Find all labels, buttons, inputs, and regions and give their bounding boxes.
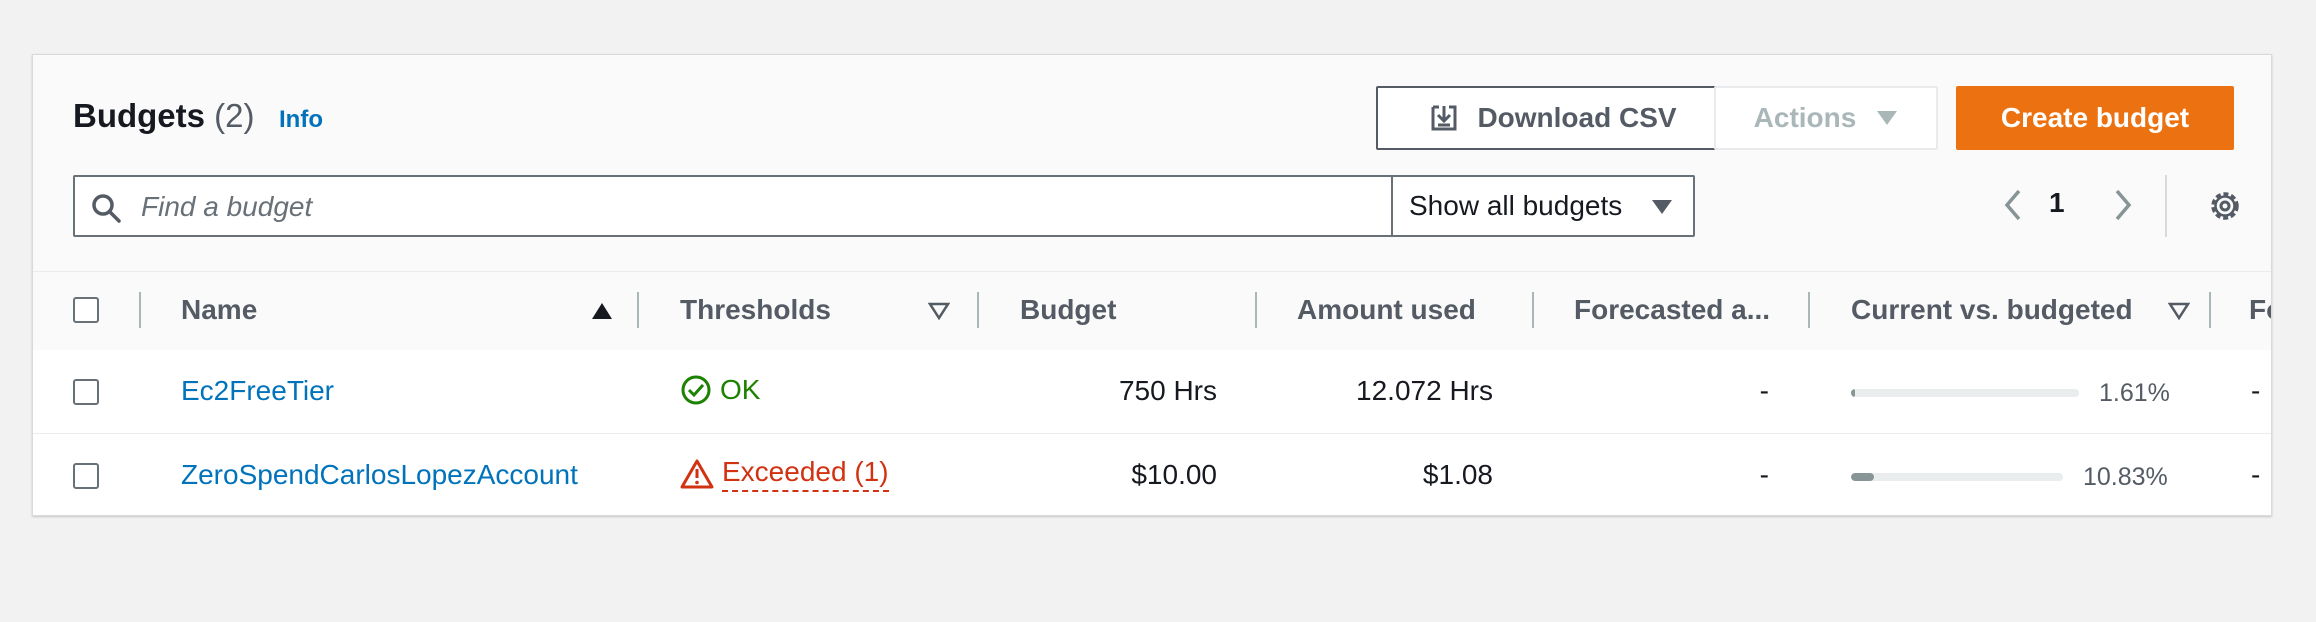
chevron-right-icon[interactable] xyxy=(2111,188,2135,222)
row-checkbox[interactable] xyxy=(73,463,99,489)
budget-name-link[interactable]: ZeroSpendCarlosLopezAccount xyxy=(181,459,578,491)
usage-progress-bar xyxy=(1851,473,2063,481)
usage-progress-fill xyxy=(1851,389,1855,397)
chevron-left-icon[interactable] xyxy=(2001,188,2025,222)
usage-percent: 10.83% xyxy=(2083,463,2168,491)
select-all-checkbox[interactable] xyxy=(73,297,99,323)
caret-down-icon xyxy=(1652,200,1672,214)
column-divider xyxy=(2209,292,2211,328)
table-header: Name Thresholds Budget Amount used Forec… xyxy=(33,271,2271,351)
title-text: Budgets xyxy=(73,97,205,134)
amount-used-value: $1.08 xyxy=(1422,459,1493,490)
create-budget-button[interactable]: Create budget xyxy=(1956,86,2234,150)
threshold-label: Exceeded (1) xyxy=(722,456,889,492)
usage-progress-fill xyxy=(1851,473,1874,481)
create-budget-label: Create budget xyxy=(2000,102,2190,133)
budgets-panel: Budgets (2) Info Download CSV Actions Cr… xyxy=(32,54,2272,516)
actions-button[interactable]: Actions xyxy=(1714,86,1938,150)
download-icon xyxy=(1431,105,1457,131)
column-header-amount-used[interactable]: Amount used xyxy=(1297,294,1476,326)
sort-icon[interactable] xyxy=(2168,302,2190,320)
budget-filter-value: Show all budgets xyxy=(1409,190,1623,221)
pagination-divider xyxy=(2165,175,2167,237)
budget-count: (2) xyxy=(214,97,255,134)
column-divider xyxy=(139,292,141,328)
truncated-value: - xyxy=(2251,459,2261,490)
column-header-name[interactable]: Name xyxy=(181,294,257,326)
column-divider xyxy=(1532,292,1534,328)
sort-ascending-icon[interactable] xyxy=(591,302,613,320)
usage-progress-bar xyxy=(1851,389,2079,397)
column-divider xyxy=(1808,292,1810,328)
budget-value: 750 Hrs xyxy=(1118,375,1217,406)
budget-filter-select[interactable]: Show all budgets xyxy=(1391,175,1695,237)
budget-value: $10.00 xyxy=(1131,459,1217,490)
column-divider xyxy=(637,292,639,328)
warning-icon xyxy=(680,459,714,489)
current-page[interactable]: 1 xyxy=(2049,187,2065,219)
column-header-thresholds[interactable]: Thresholds xyxy=(680,294,831,326)
search-input[interactable] xyxy=(139,177,1413,237)
column-divider xyxy=(1255,292,1257,328)
threshold-label: OK xyxy=(720,374,761,405)
usage-percent: 1.61% xyxy=(2099,379,2170,407)
threshold-status[interactable]: Exceeded (1) xyxy=(680,456,889,492)
table-row: Ec2FreeTier OK 750 Hrs 12.072 Hrs - 1.61… xyxy=(33,350,2271,434)
table-row: ZeroSpendCarlosLopezAccount Exceeded (1)… xyxy=(33,434,2271,515)
budget-name-link[interactable]: Ec2FreeTier xyxy=(181,375,334,407)
check-circle-icon xyxy=(681,375,711,405)
row-checkbox[interactable] xyxy=(73,379,99,405)
search-box[interactable] xyxy=(73,175,1427,237)
forecasted-value: - xyxy=(1759,375,1769,406)
download-csv-button[interactable]: Download CSV xyxy=(1376,86,1730,150)
caret-down-icon xyxy=(1877,111,1898,125)
sort-icon[interactable] xyxy=(928,302,950,320)
info-link[interactable]: Info xyxy=(279,106,323,134)
column-divider xyxy=(977,292,979,328)
column-header-current-vs-budgeted[interactable]: Current vs. budgeted xyxy=(1851,294,2133,326)
page-title: Budgets (2) xyxy=(73,97,255,135)
column-header-budget[interactable]: Budget xyxy=(1020,294,1116,326)
truncated-value: - xyxy=(2251,375,2261,406)
threshold-status: OK xyxy=(680,374,760,406)
actions-label: Actions xyxy=(1753,102,1857,133)
search-icon xyxy=(92,194,121,223)
settings-gear-icon[interactable] xyxy=(2207,188,2243,224)
amount-used-value: 12.072 Hrs xyxy=(1356,375,1493,406)
download-csv-label: Download CSV xyxy=(1477,102,1677,133)
column-header-truncated[interactable]: Fo xyxy=(2249,294,2271,326)
column-header-forecasted[interactable]: Forecasted a... xyxy=(1574,294,1770,326)
forecasted-value: - xyxy=(1759,459,1769,490)
